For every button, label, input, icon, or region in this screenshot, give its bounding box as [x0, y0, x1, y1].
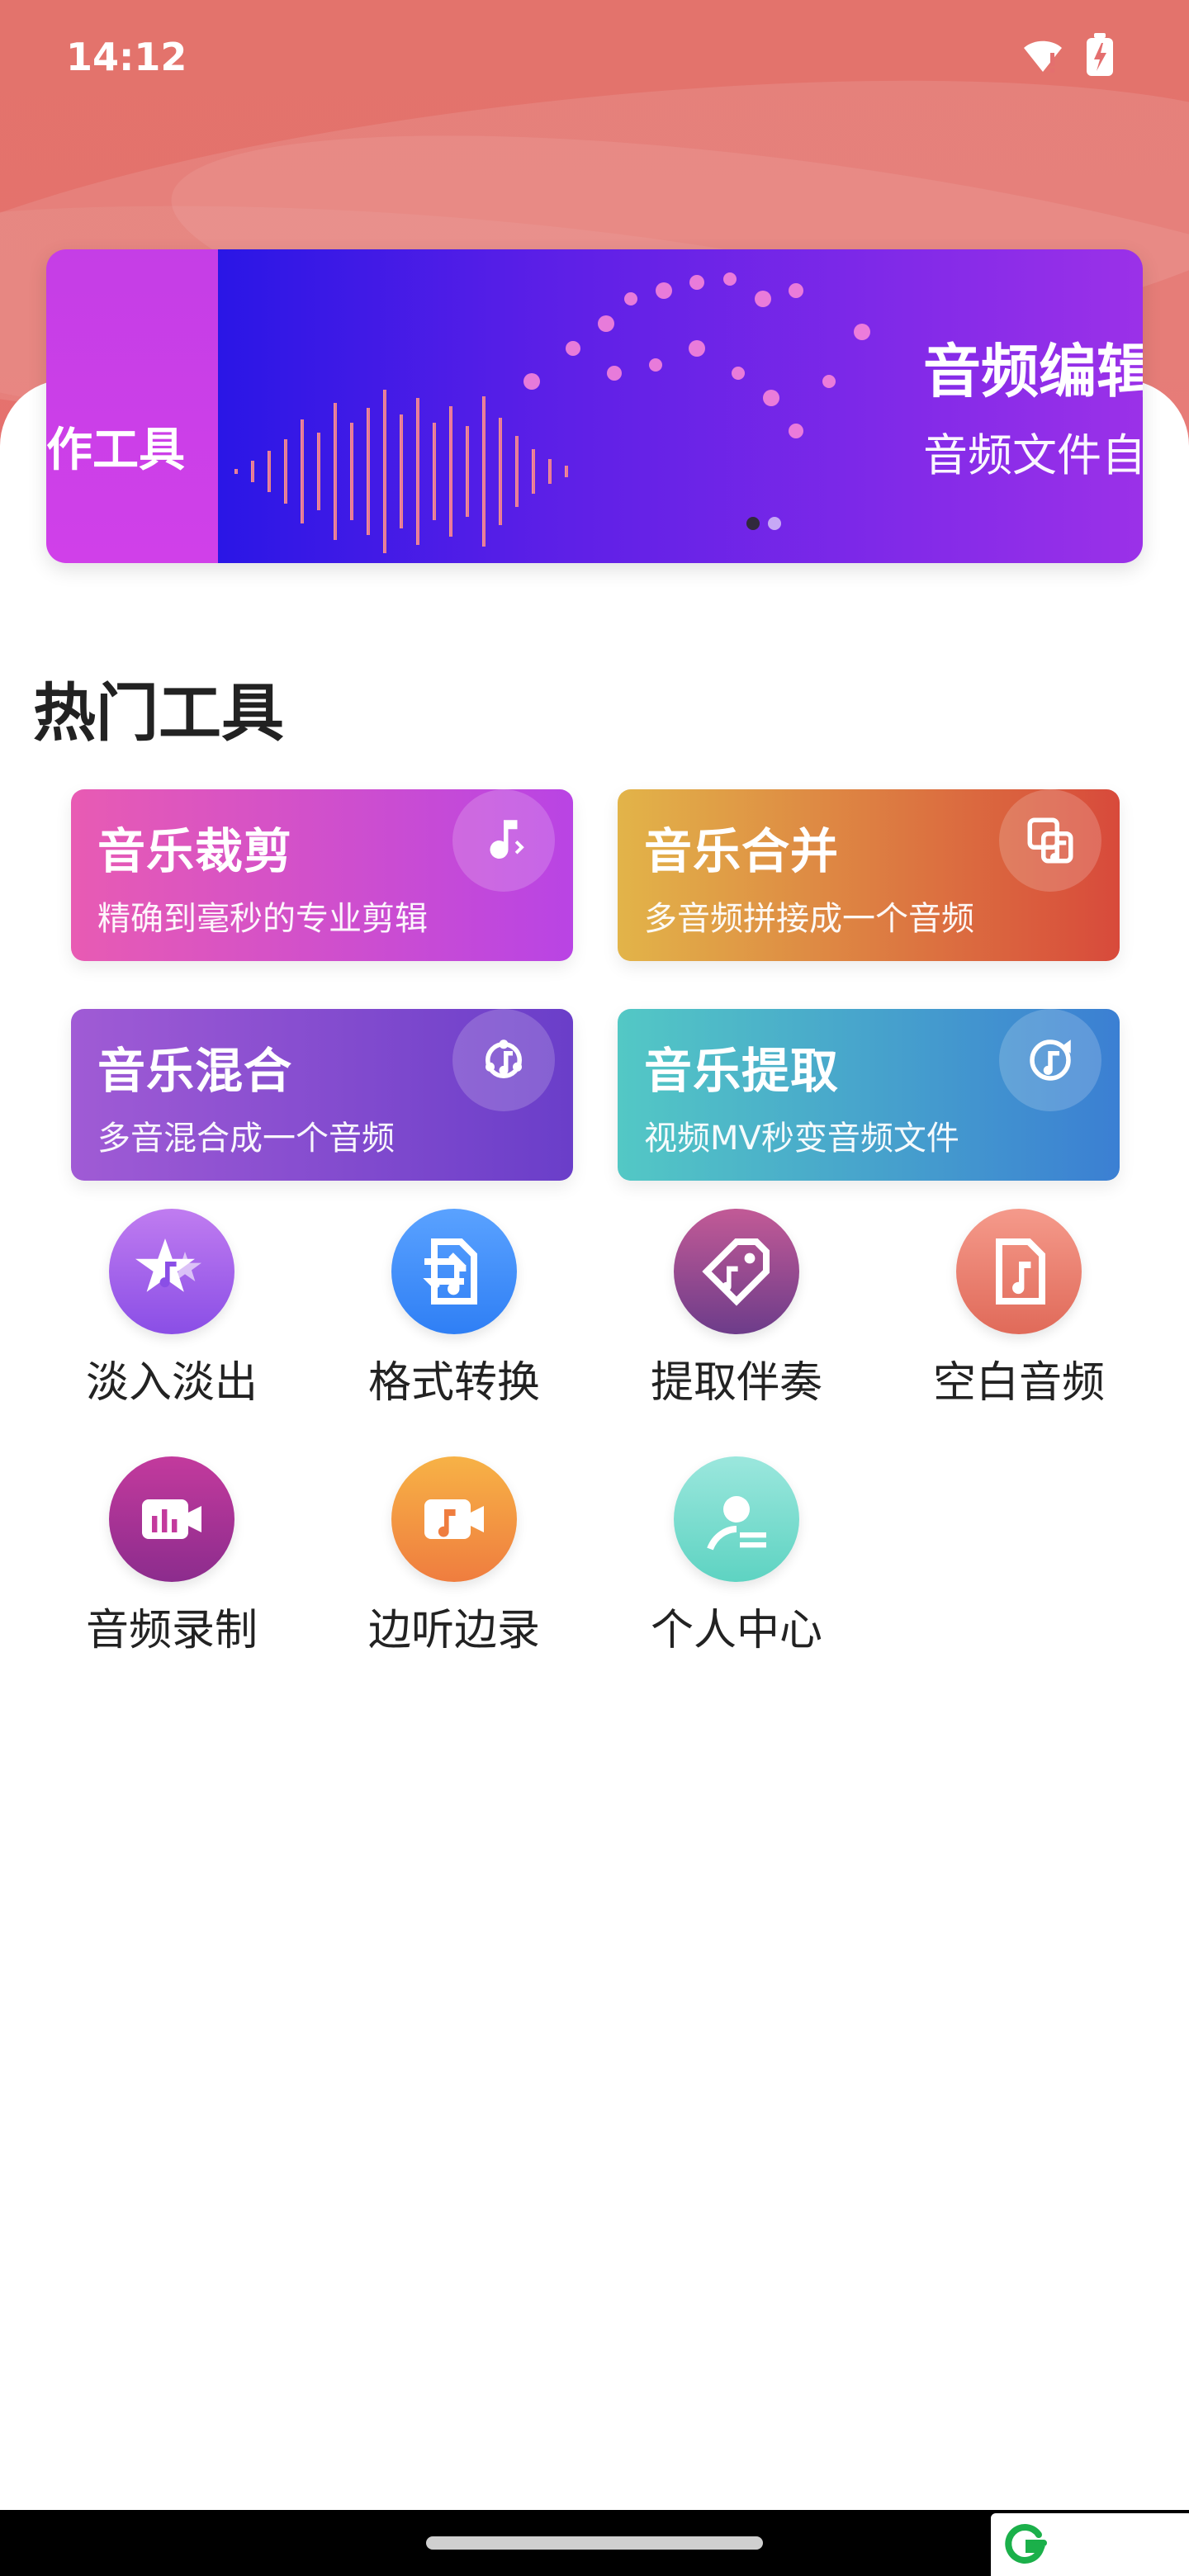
wifi-icon: [1024, 40, 1062, 73]
card-subtitle: 视频MV秒变音频文件: [644, 1120, 959, 1158]
extract-icon: [999, 1009, 1101, 1111]
tool-extract-accompaniment[interactable]: 提取伴奏: [613, 1209, 860, 1423]
pagination-dot: [768, 517, 781, 530]
gesture-handle[interactable]: [426, 2536, 763, 2550]
tool-format-convert[interactable]: 格式转换: [330, 1209, 578, 1423]
listen-record-icon: [391, 1456, 517, 1582]
banner-current-slide: 音频编辑器 音频文件自由: [218, 249, 1143, 563]
pagination-dot-active: [746, 517, 760, 530]
blank-audio-icon: [956, 1209, 1082, 1334]
corner-badge: [991, 2513, 1189, 2576]
music-note-cut-icon: [452, 789, 555, 892]
card-subtitle: 精确到毫秒的专业剪辑: [97, 900, 428, 938]
star-music-icon: [109, 1209, 234, 1334]
tool-label: 格式转换: [367, 1358, 540, 1408]
card-title: 音乐裁剪: [97, 823, 293, 879]
merge-icon: [999, 789, 1101, 892]
battery-charging-icon: [1087, 33, 1113, 76]
tool-label: 提取伴奏: [650, 1358, 822, 1408]
tool-label: 淡入淡出: [85, 1358, 258, 1408]
tool-label: 空白音频: [932, 1358, 1105, 1408]
user-center-icon: [674, 1456, 799, 1582]
tag-music-icon: [674, 1209, 799, 1334]
banner-subtitle: 音频文件自由: [923, 429, 1143, 481]
card-music-merge[interactable]: 音乐合并 多音频拼接成一个音频: [618, 789, 1120, 961]
format-convert-icon: [391, 1209, 517, 1334]
card-title: 音乐混合: [97, 1043, 293, 1099]
audio-record-icon: [109, 1456, 234, 1582]
banner-pagination: [746, 517, 781, 530]
card-music-extract[interactable]: 音乐提取 视频MV秒变音频文件: [618, 1009, 1120, 1181]
card-subtitle: 多音频拼接成一个音频: [644, 900, 974, 938]
tool-label: 个人中心: [650, 1606, 822, 1655]
promo-banner[interactable]: 作工具 音频编辑 音频文件自: [46, 249, 1143, 563]
status-time: 14:12: [66, 35, 187, 79]
tool-label: 音频录制: [85, 1606, 258, 1655]
card-music-mix[interactable]: 音乐混合 多音混合成一个音频: [71, 1009, 573, 1181]
banner-previous-text: 作工具: [46, 424, 185, 477]
card-music-cut[interactable]: 音乐裁剪 精确到毫秒的专业剪辑: [71, 789, 573, 961]
tool-blank-audio[interactable]: 空白音频: [895, 1209, 1143, 1423]
tool-user-center[interactable]: 个人中心: [613, 1456, 860, 1671]
banner-previous-slide: 作工具: [46, 249, 218, 563]
mix-icon: [452, 1009, 555, 1111]
banner-title: 音频编辑器: [923, 338, 1143, 405]
section-title: 热门工具: [33, 676, 284, 750]
app-logo-icon: [1001, 2522, 1047, 2568]
card-title: 音乐提取: [644, 1043, 840, 1099]
card-title: 音乐合并: [644, 823, 840, 879]
status-icons: [1021, 33, 1115, 78]
tool-label: 边听边录: [367, 1606, 540, 1655]
tool-fade[interactable]: 淡入淡出: [48, 1209, 296, 1423]
tool-listen-record[interactable]: 边听边录: [330, 1456, 578, 1671]
card-subtitle: 多音混合成一个音频: [97, 1120, 395, 1158]
tool-audio-record[interactable]: 音频录制: [48, 1456, 296, 1671]
